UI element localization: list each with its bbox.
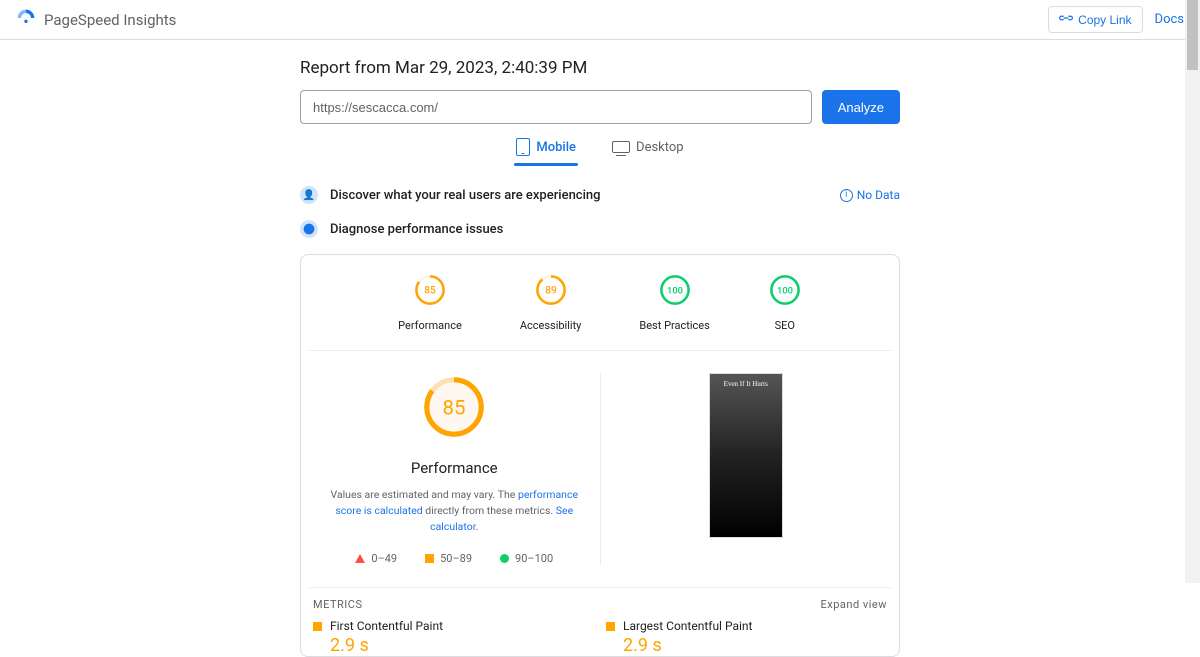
url-row: Analyze [300,90,900,124]
svg-text:85: 85 [424,285,436,296]
diagnose-row: Diagnose performance issues [300,220,900,238]
app-title: PageSpeed Insights [44,11,176,29]
svg-text:100: 100 [777,285,793,296]
triangle-icon [355,554,365,563]
psi-logo-icon [16,8,36,32]
diagnose-left: Diagnose performance issues [300,220,503,238]
discover-row: 👤 Discover what your real users are expe… [300,186,900,204]
scrollbar-thumb[interactable] [1187,0,1198,70]
desktop-icon [612,141,630,153]
expand-view-toggle[interactable]: Expand view [821,598,887,611]
svg-text:89: 89 [545,285,557,296]
score-perf-label: Performance [398,319,462,332]
preview-caption: Even If It Hurts [710,380,782,388]
top-actions: Copy Link Docs [1048,6,1184,33]
legend-pass: 90–100 [500,552,553,565]
diagnose-icon [300,220,318,238]
score-a11y-label: Accessibility [520,319,582,332]
no-data-label: No Data [857,188,900,202]
score-seo-label: SEO [768,319,802,332]
score-bp-label: Best Practices [639,319,709,332]
topbar: PageSpeed Insights Copy Link Docs [0,0,1200,40]
square-icon [425,554,434,563]
docs-link[interactable]: Docs [1155,12,1184,27]
report-timestamp: Report from Mar 29, 2023, 2:40:39 PM [300,58,900,78]
perf-preview: Even If It Hurts [601,373,892,565]
metrics-title: METRICS [313,598,363,611]
perf-title: Performance [317,459,592,477]
metric-lcp-value: 2.9 s [606,635,887,656]
legend-avg: 50–89 [425,552,472,565]
circle-icon [500,554,509,563]
no-data[interactable]: i No Data [840,188,900,202]
url-input[interactable] [300,90,812,124]
perf-detail-row: 85 Performance Values are estimated and … [309,373,891,565]
analyze-button[interactable]: Analyze [822,90,900,124]
svg-text:85: 85 [443,396,466,420]
score-accessibility[interactable]: 89 Accessibility [520,273,582,332]
metric-fcp: First Contentful Paint 2.9 s [313,619,594,656]
diagnose-card: 85 Performance 89 Accessibility 100 Best… [300,254,900,657]
scrollbar[interactable] [1185,0,1200,583]
legend-fail: 0–49 [355,552,397,565]
discover-icon: 👤 [300,186,318,204]
copy-link-button[interactable]: Copy Link [1048,6,1142,33]
perf-note: Values are estimated and may vary. The p… [317,487,592,534]
tab-desktop-label: Desktop [636,140,684,155]
score-seo[interactable]: 100 SEO [768,273,802,332]
tab-desktop[interactable]: Desktop [612,138,684,166]
copy-link-label: Copy Link [1078,13,1131,27]
discover-label: Discover what your real users are experi… [330,188,601,203]
page-screenshot: Even If It Hurts [709,373,783,538]
link-icon [1059,12,1073,27]
metrics-grid: First Contentful Paint 2.9 s Largest Con… [309,619,891,656]
mobile-icon [516,138,530,156]
score-bestpractices[interactable]: 100 Best Practices [639,273,709,332]
metric-lcp: Largest Contentful Paint 2.9 s [606,619,887,656]
device-tabs: Mobile Desktop [300,138,900,166]
metrics-header: METRICS Expand view [309,587,891,619]
perf-summary: 85 Performance Values are estimated and … [309,373,601,565]
score-row: 85 Performance 89 Accessibility 100 Best… [309,273,891,351]
metric-fcp-value: 2.9 s [313,635,594,656]
main-content: Report from Mar 29, 2023, 2:40:39 PM Ana… [300,40,900,657]
info-icon: i [840,189,853,202]
discover-left: 👤 Discover what your real users are expe… [300,186,601,204]
square-icon [606,622,615,631]
brand: PageSpeed Insights [16,8,176,32]
score-performance[interactable]: 85 Performance [398,273,462,332]
svg-text:100: 100 [667,285,683,296]
score-legend: 0–49 50–89 90–100 [317,552,592,565]
tab-mobile[interactable]: Mobile [516,138,576,166]
diagnose-label: Diagnose performance issues [330,222,503,237]
square-icon [313,622,322,631]
tab-mobile-label: Mobile [536,140,576,155]
